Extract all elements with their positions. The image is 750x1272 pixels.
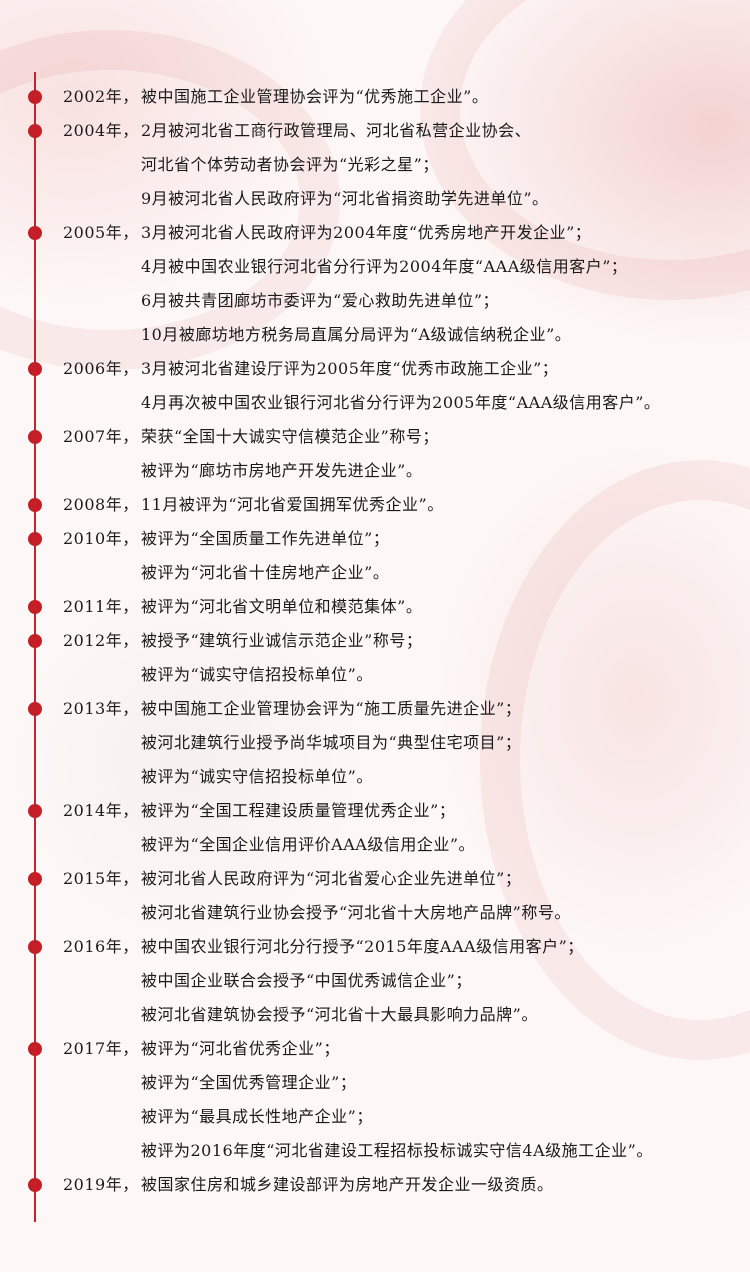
timeline-dot	[28, 702, 42, 716]
timeline-dot	[28, 124, 42, 138]
entry-text-line: 荣获“全国十大诚实守信模范企业”称号；	[141, 427, 439, 446]
timeline-dot	[28, 226, 42, 240]
timeline-dot	[28, 804, 42, 818]
entry-year: 2013年，	[63, 699, 139, 718]
entry-text-line: 河北省个体劳动者协会评为“光彩之星”；	[141, 155, 439, 174]
entry-text-line: 被国家住房和城乡建设部评为房地产开发企业一级资质。	[141, 1175, 554, 1194]
entry-text-line: 被评为“全国优秀管理企业”；	[141, 1073, 357, 1092]
entry-text-line: 被评为“廊坊市房地产开发先进企业”。	[141, 461, 423, 480]
entry-text-line: 被中国施工企业管理协会评为“施工质量先进企业”；	[141, 699, 522, 718]
timeline-dot	[28, 940, 42, 954]
entry-text-line: 被评为“河北省十佳房地产企业”。	[141, 563, 390, 582]
timeline-dot	[28, 872, 42, 886]
entry-year: 2010年，	[63, 529, 139, 548]
entry-text-line: 被河北省人民政府评为“河北省爱心企业先进单位”；	[141, 869, 522, 888]
timeline-dot	[28, 430, 42, 444]
entry-year: 2014年，	[63, 801, 139, 820]
timeline-dot	[28, 600, 42, 614]
entry-year: 2004年，	[63, 121, 139, 140]
entry-year: 2005年，	[63, 223, 139, 242]
entry-text-line: 4月再次被中国农业银行河北省分行评为2005年度“AAA级信用客户”。	[141, 393, 661, 412]
entry-text-line: 被评为“全国工程建设质量管理优秀企业”；	[141, 801, 456, 820]
timeline-dot	[28, 362, 42, 376]
entry-text-line: 被中国施工企业管理协会评为“优秀施工企业”。	[141, 87, 489, 106]
entry-year: 2016年，	[63, 937, 139, 956]
entry-text-line: 3月被河北省人民政府评为2004年度“优秀房地产开发企业”；	[141, 223, 592, 242]
timeline-dot	[28, 498, 42, 512]
timeline-dot	[28, 90, 42, 104]
entry-text-line: 9月被河北省人民政府评为“河北省捐资助学先进单位”。	[141, 189, 549, 208]
entry-text-line: 11月被评为“河北省爱国拥军优秀企业”。	[141, 495, 444, 514]
entry-text-line: 6月被共青团廊坊市委评为“爱心救助先进单位”；	[141, 291, 500, 310]
entry-text-line: 3月被河北省建设厅评为2005年度“优秀市政施工企业”；	[141, 359, 559, 378]
entry-text-line: 被评为“诚实守信招投标单位”。	[141, 665, 373, 684]
timeline-dot	[28, 1178, 42, 1192]
entry-text-line: 2月被河北省工商行政管理局、河北省私营企业协会、	[141, 121, 532, 140]
entry-text-line: 被评为“全国质量工作先进单位”；	[141, 529, 390, 548]
entry-year: 2015年，	[63, 869, 139, 888]
entry-text-line: 被授予“建筑行业诚信示范企业”称号；	[141, 631, 423, 650]
entry-text-line: 被评为“全国企业信用评价AAA级信用企业”。	[141, 835, 476, 854]
timeline-dot	[28, 532, 42, 546]
entry-text-line: 被评为“河北省优秀企业”；	[141, 1039, 340, 1058]
entry-text-line: 被河北省建筑行业协会授予“河北省十大房地产品牌”称号。	[141, 903, 571, 922]
entry-year: 2017年，	[63, 1039, 139, 1058]
entry-text-line: 被评为“河北省文明单位和模范集体”。	[141, 597, 423, 616]
entry-year: 2008年，	[63, 495, 139, 514]
entry-year: 2007年，	[63, 427, 139, 446]
entry-year: 2011年，	[63, 597, 139, 616]
entry-text-line: 被评为“诚实守信招投标单位”。	[141, 767, 373, 786]
entry-text-line: 被河北省建筑协会授予“河北省十大最具影响力品牌”。	[141, 1005, 538, 1024]
entry-text-line: 被评为“最具成长性地产企业”；	[141, 1107, 373, 1126]
entry-text-line: 被中国农业银行河北分行授予“2015年度AAA级信用客户”；	[141, 937, 584, 956]
entry-year: 2002年，	[63, 87, 139, 106]
entry-text-line: 被评为2016年度“河北省建设工程招标投标诚实守信4A级施工企业”。	[141, 1141, 653, 1160]
entry-text-line: 4月被中国农业银行河北省分行评为2004年度“AAA级信用客户”；	[141, 257, 628, 276]
timeline-dot	[28, 634, 42, 648]
entry-text-line: 10月被廊坊地方税务局直属分局评为“A级诚信纳税企业”。	[141, 325, 572, 344]
timeline-dot	[28, 1042, 42, 1056]
entry-text-line: 被河北建筑行业授予尚华城项目为“典型住宅项目”；	[141, 733, 522, 752]
entry-year: 2012年，	[63, 631, 139, 650]
entry-year: 2006年，	[63, 359, 139, 378]
entry-text-line: 被中国企业联合会授予“中国优秀诚信企业”；	[141, 971, 472, 990]
entry-year: 2019年，	[63, 1175, 139, 1194]
